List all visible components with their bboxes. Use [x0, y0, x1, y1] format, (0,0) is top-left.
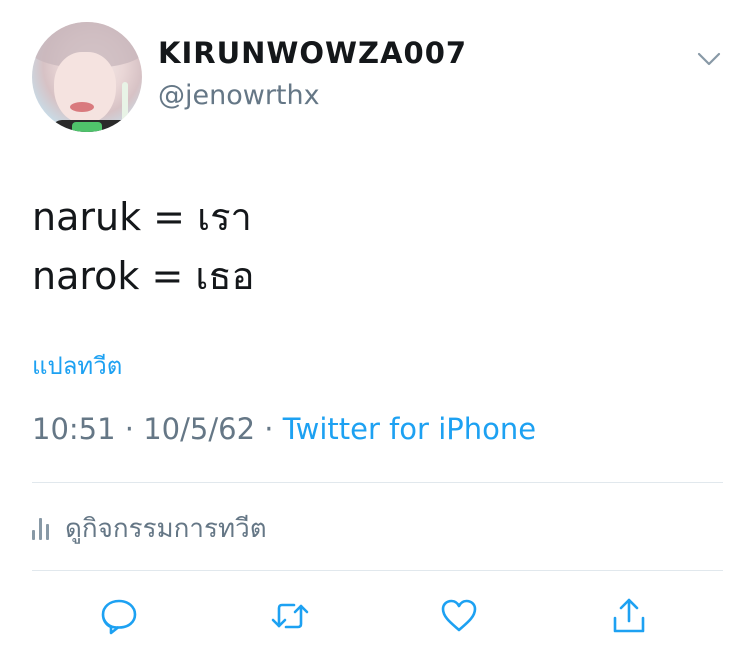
avatar[interactable] — [32, 22, 142, 132]
analytics-bars-icon — [32, 517, 49, 540]
avatar-earphone-wire — [122, 82, 128, 132]
reply-button[interactable] — [99, 596, 139, 636]
retweet-arrows-icon — [271, 603, 309, 629]
tweet-line: naruk = เรา — [32, 195, 252, 239]
avatar-collar — [72, 122, 102, 132]
translate-tweet-link[interactable]: แปลทวีต — [32, 346, 122, 385]
meta-separator: · — [124, 412, 135, 446]
username[interactable]: @jenowrthx — [158, 80, 320, 111]
tweet-activity-link[interactable]: ดูกิจกรรมการทวีต — [32, 508, 267, 549]
tweet-activity-label: ดูกิจกรรมการทวีต — [65, 514, 267, 544]
tweet-text: naruk = เรา narok = เธอ — [32, 188, 254, 306]
divider — [32, 482, 723, 483]
meta-separator: · — [264, 412, 274, 446]
retweet-button[interactable] — [270, 596, 310, 636]
tweet-source-link[interactable]: Twitter for iPhone — [283, 412, 536, 446]
tweet-time: 10:51 — [32, 412, 116, 446]
like-button[interactable] — [439, 596, 479, 636]
divider — [32, 570, 723, 571]
tweet-meta: 10:51 · 10/5/62 · Twitter for iPhone — [32, 412, 536, 446]
tweet-actions-bar — [0, 596, 750, 636]
avatar-face — [54, 52, 116, 124]
share-upload-icon — [613, 598, 645, 633]
tweet-date: 10/5/62 — [143, 412, 256, 446]
avatar-lips — [70, 102, 94, 112]
display-name[interactable]: KIRUNWOWZA007 — [158, 36, 467, 70]
tweet-line: narok = เธอ — [32, 254, 255, 298]
chevron-down-icon[interactable] — [696, 50, 722, 68]
share-button[interactable] — [609, 596, 649, 636]
speech-bubble-icon — [101, 599, 137, 635]
heart-icon — [441, 599, 477, 632]
